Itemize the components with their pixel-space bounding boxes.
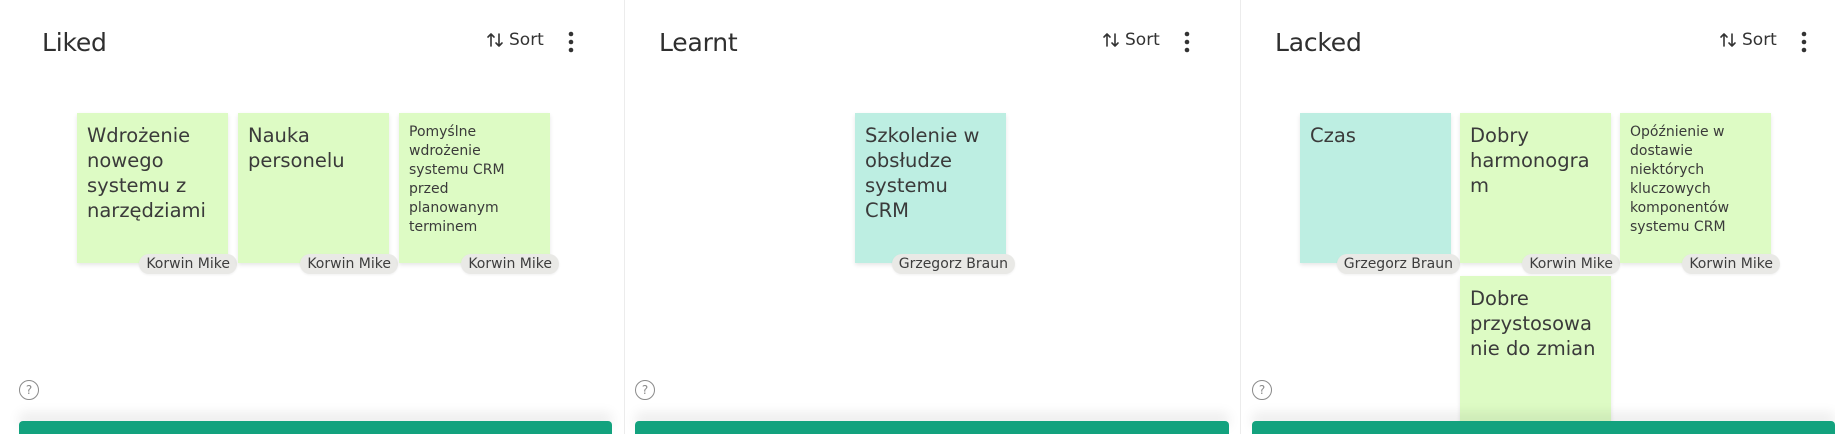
sticky-note[interactable]: Dobre przystosowanie do zmian bbox=[1460, 276, 1611, 434]
sticky-note[interactable]: Wdrożenie nowego systemu z narzędziami K… bbox=[77, 113, 237, 274]
note-author-badge: Grzegorz Braun bbox=[1336, 254, 1460, 274]
sticky-note[interactable]: Nauka personelu Korwin Mike bbox=[238, 113, 398, 274]
help-icon[interactable]: ? bbox=[1252, 380, 1272, 400]
note-text: Dobre przystosowanie do zmian bbox=[1470, 287, 1596, 360]
sticky-note[interactable]: Pomyślne wdrożenie systemu CRM przed pla… bbox=[399, 113, 559, 274]
note-author-badge: Korwin Mike bbox=[300, 254, 398, 274]
note-author-badge: Korwin Mike bbox=[1682, 254, 1780, 274]
note-text: Pomyślne wdrożenie systemu CRM przed pla… bbox=[409, 124, 505, 235]
add-note-bar[interactable] bbox=[19, 421, 612, 434]
sort-icon bbox=[1102, 31, 1120, 49]
note-text: Czas bbox=[1310, 124, 1356, 147]
sticky-note[interactable]: Opóźnienie w dostawie niektórych kluczow… bbox=[1620, 113, 1780, 274]
sort-icon bbox=[1719, 31, 1737, 49]
column-learnt: Learnt Sort Szkolenie w obsłudze systemu… bbox=[625, 0, 1240, 434]
sticky-note[interactable]: Dobry harmonogram Korwin Mike bbox=[1460, 113, 1620, 274]
note-text: Nauka personelu bbox=[248, 124, 345, 172]
sort-label: Sort bbox=[1125, 30, 1160, 50]
help-icon[interactable]: ? bbox=[19, 380, 39, 400]
more-options-icon[interactable] bbox=[566, 30, 576, 54]
note-text: Szkolenie w obsłudze systemu CRM bbox=[865, 124, 980, 222]
add-note-bar[interactable] bbox=[635, 421, 1229, 434]
note-text: Dobry harmonogram bbox=[1470, 124, 1590, 197]
more-options-icon[interactable] bbox=[1182, 30, 1192, 54]
sort-icon bbox=[486, 31, 504, 49]
sort-button[interactable]: Sort bbox=[486, 30, 544, 50]
note-author-badge: Korwin Mike bbox=[461, 254, 559, 274]
sticky-note[interactable]: Szkolenie w obsłudze systemu CRM Grzegor… bbox=[855, 113, 1015, 274]
sort-button[interactable]: Sort bbox=[1719, 30, 1777, 50]
column-liked: Liked Sort Wdrożenie nowego systemu z na… bbox=[0, 0, 624, 434]
sort-label: Sort bbox=[509, 30, 544, 50]
sort-label: Sort bbox=[1742, 30, 1777, 50]
retro-board: Liked Sort Wdrożenie nowego systemu z na… bbox=[0, 0, 1835, 434]
column-title: Learnt bbox=[659, 28, 738, 57]
note-text: Wdrożenie nowego systemu z narzędziami bbox=[87, 124, 206, 222]
note-author-badge: Korwin Mike bbox=[139, 254, 237, 274]
column-lacked: Lacked Sort Czas Grzegorz Braun Dobry ha… bbox=[1241, 0, 1835, 434]
sort-button[interactable]: Sort bbox=[1102, 30, 1160, 50]
note-author-badge: Korwin Mike bbox=[1522, 254, 1620, 274]
note-author-badge: Grzegorz Braun bbox=[891, 254, 1015, 274]
column-title: Liked bbox=[42, 28, 107, 57]
help-icon[interactable]: ? bbox=[635, 380, 655, 400]
add-note-bar[interactable] bbox=[1252, 421, 1835, 434]
column-title: Lacked bbox=[1275, 28, 1362, 57]
sticky-note[interactable]: Czas Grzegorz Braun bbox=[1300, 113, 1460, 274]
note-text: Opóźnienie w dostawie niektórych kluczow… bbox=[1630, 124, 1730, 235]
more-options-icon[interactable] bbox=[1799, 30, 1809, 54]
